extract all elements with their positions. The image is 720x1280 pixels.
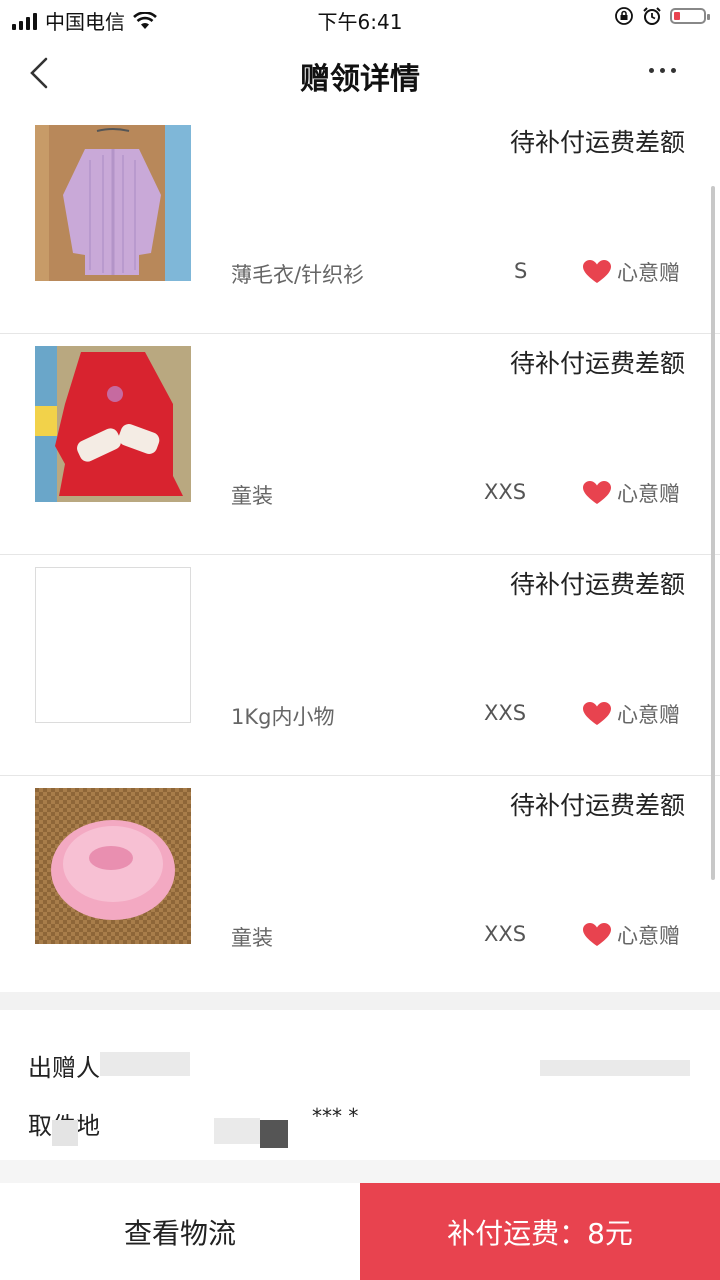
orientation-lock-icon <box>615 7 633 25</box>
gift-type: 心意赠 <box>583 920 680 950</box>
product-image-blank <box>35 567 191 723</box>
list-item[interactable]: 待补付运费差额 童装 XXS 心意赠 <box>0 776 720 996</box>
donor-row: 出赠人 <box>28 1048 100 1083</box>
battery-icon <box>670 8 710 24</box>
gift-type: 心意赠 <box>583 699 680 729</box>
status-bar: 中国电信 下午6:41 <box>0 0 720 36</box>
gift-label: 心意赠 <box>617 703 680 727</box>
item-size: XXS <box>484 701 527 725</box>
gift-label: 心意赠 <box>617 924 680 948</box>
item-status: 待补付运费差额 <box>509 128 685 157</box>
more-icon[interactable] <box>649 68 676 73</box>
heart-icon <box>583 702 611 725</box>
status-right <box>614 6 710 26</box>
item-category: 童装 <box>231 926 273 950</box>
gift-type: 心意赠 <box>583 257 680 287</box>
item-category: 1Kg内小物 <box>231 705 335 729</box>
product-image-red-kids-dress <box>35 346 191 502</box>
list-item[interactable]: 待补付运费差额 童装 XXS 心意赠 <box>0 334 720 555</box>
redacted-block <box>214 1118 260 1144</box>
nav-bar: 赠领详情 <box>0 36 720 110</box>
gift-label: 心意赠 <box>617 482 680 506</box>
product-image-pink-tutu-skirt <box>35 788 191 944</box>
list-item[interactable]: 待补付运费差额 1Kg内小物 XXS 心意赠 <box>0 555 720 776</box>
clock: 下午6:41 <box>317 10 403 34</box>
item-status: 待补付运费差额 <box>509 791 685 820</box>
item-size: XXS <box>484 922 527 946</box>
item-category: 薄毛衣/针织衫 <box>231 263 365 287</box>
item-size: S <box>514 259 528 283</box>
product-image-purple-cardigan <box>35 125 191 281</box>
heart-icon <box>583 923 611 946</box>
scrollbar[interactable] <box>711 186 715 880</box>
redacted-block <box>52 1120 78 1146</box>
alarm-icon <box>643 7 661 25</box>
section-divider <box>0 992 720 1010</box>
pickup-masked: *** * <box>312 1104 359 1128</box>
redacted-block <box>540 1060 690 1076</box>
item-status: 待补付运费差额 <box>509 570 685 599</box>
redacted-block <box>100 1052 190 1076</box>
gift-type: 心意赠 <box>583 478 680 508</box>
view-logistics-button[interactable]: 查看物流 <box>0 1183 360 1280</box>
pay-shipping-button[interactable]: 补付运费：8元 <box>360 1183 720 1280</box>
redacted-block <box>260 1120 288 1148</box>
item-size: XXS <box>484 480 527 504</box>
page-title: 赠领详情 <box>300 62 420 97</box>
donor-label: 出赠人 <box>28 1054 100 1082</box>
heart-icon <box>583 260 611 283</box>
item-category: 童装 <box>231 484 273 508</box>
heart-icon <box>583 481 611 504</box>
list-item[interactable]: 待补付运费差额 薄毛衣/针织衫 S 心意赠 <box>0 113 720 334</box>
gift-label: 心意赠 <box>617 261 680 285</box>
item-status: 待补付运费差额 <box>509 349 685 378</box>
